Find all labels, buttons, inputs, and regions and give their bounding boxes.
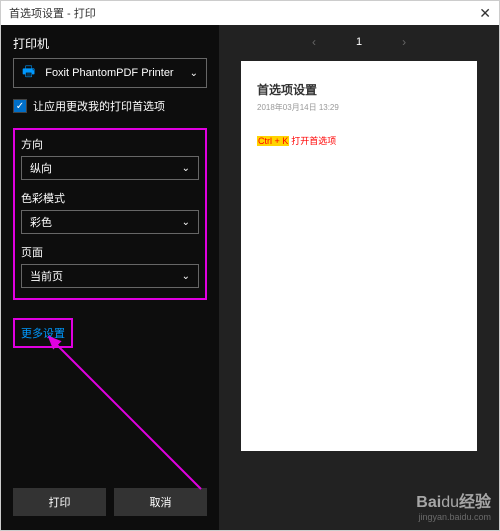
orientation-value: 纵向 xyxy=(30,160,52,176)
watermark-text: 经验 xyxy=(459,494,491,511)
chevron-down-icon: ⌄ xyxy=(190,68,198,79)
preview-doc-title: 首选项设置 xyxy=(257,81,461,98)
orientation-select[interactable]: 纵向 ⌄ xyxy=(21,156,199,180)
more-settings-link[interactable]: 更多设置 xyxy=(21,328,65,340)
watermark: Baidu经验 jingyan.baidu.com xyxy=(416,488,491,522)
page-label: 页面 xyxy=(21,244,199,260)
preview-page: 首选项设置 2018年03月14日 13:29 Ctrl + K打开首选项 xyxy=(241,61,477,451)
annotation-arrow-icon xyxy=(41,329,221,509)
color-group: 色彩模式 彩色 ⌄ xyxy=(21,190,199,234)
app-override-checkbox-row[interactable]: ✓ 让应用更改我的打印首选项 xyxy=(13,98,207,114)
more-settings-highlight: 更多设置 xyxy=(13,318,73,348)
window-title: 首选项设置 - 打印 xyxy=(9,5,96,21)
color-value: 彩色 xyxy=(30,214,52,230)
preview-highlight-line: Ctrl + K打开首选项 xyxy=(257,134,336,147)
cancel-button[interactable]: 取消 xyxy=(114,488,207,516)
next-page-button[interactable]: › xyxy=(402,35,406,49)
color-select[interactable]: 彩色 ⌄ xyxy=(21,210,199,234)
page-navigator: ‹ 1 › xyxy=(229,35,489,49)
settings-panel: 打印机 🖶 Foxit PhantomPDF Printer ⌄ ✓ 让应用更改… xyxy=(1,25,219,530)
current-page-number: 1 xyxy=(356,36,362,48)
print-button[interactable]: 打印 xyxy=(13,488,106,516)
printer-section-label: 打印机 xyxy=(13,35,207,52)
page-select[interactable]: 当前页 ⌄ xyxy=(21,264,199,288)
preview-shortcut: Ctrl + K xyxy=(257,136,289,146)
printer-select[interactable]: 🖶 Foxit PhantomPDF Printer ⌄ xyxy=(13,58,207,88)
chevron-down-icon: ⌄ xyxy=(182,163,190,174)
printer-name: Foxit PhantomPDF Printer xyxy=(45,67,189,79)
watermark-logo: Baidu经验 xyxy=(416,488,491,512)
orientation-label: 方向 xyxy=(21,136,199,152)
chevron-down-icon: ⌄ xyxy=(182,271,190,282)
preview-area: ‹ 1 › 首选项设置 2018年03月14日 13:29 Ctrl + K打开… xyxy=(219,25,499,530)
highlighted-options: 方向 纵向 ⌄ 色彩模式 彩色 ⌄ 页面 当前页 xyxy=(13,128,207,300)
close-icon[interactable]: ✕ xyxy=(479,5,491,22)
page-group: 页面 当前页 ⌄ xyxy=(21,244,199,288)
checkbox-label: 让应用更改我的打印首选项 xyxy=(33,98,165,114)
watermark-url: jingyan.baidu.com xyxy=(416,512,491,522)
watermark-text: du xyxy=(441,494,459,511)
color-label: 色彩模式 xyxy=(21,190,199,206)
page-value: 当前页 xyxy=(30,268,63,284)
orientation-group: 方向 纵向 ⌄ xyxy=(21,136,199,180)
action-buttons: 打印 取消 xyxy=(13,488,207,520)
prev-page-button[interactable]: ‹ xyxy=(312,35,316,49)
checkbox-checked-icon[interactable]: ✓ xyxy=(13,99,27,113)
titlebar: 首选项设置 - 打印 ✕ xyxy=(1,1,499,25)
print-dialog: 首选项设置 - 打印 ✕ 打印机 🖶 Foxit PhantomPDF Prin… xyxy=(0,0,500,531)
chevron-down-icon: ⌄ xyxy=(182,217,190,228)
preview-shortcut-desc: 打开首选项 xyxy=(291,136,336,146)
preview-doc-date: 2018年03月14日 13:29 xyxy=(257,102,461,113)
printer-icon: 🖶 xyxy=(22,61,35,85)
content: 打印机 🖶 Foxit PhantomPDF Printer ⌄ ✓ 让应用更改… xyxy=(1,25,499,530)
watermark-text: Bai xyxy=(416,494,441,511)
